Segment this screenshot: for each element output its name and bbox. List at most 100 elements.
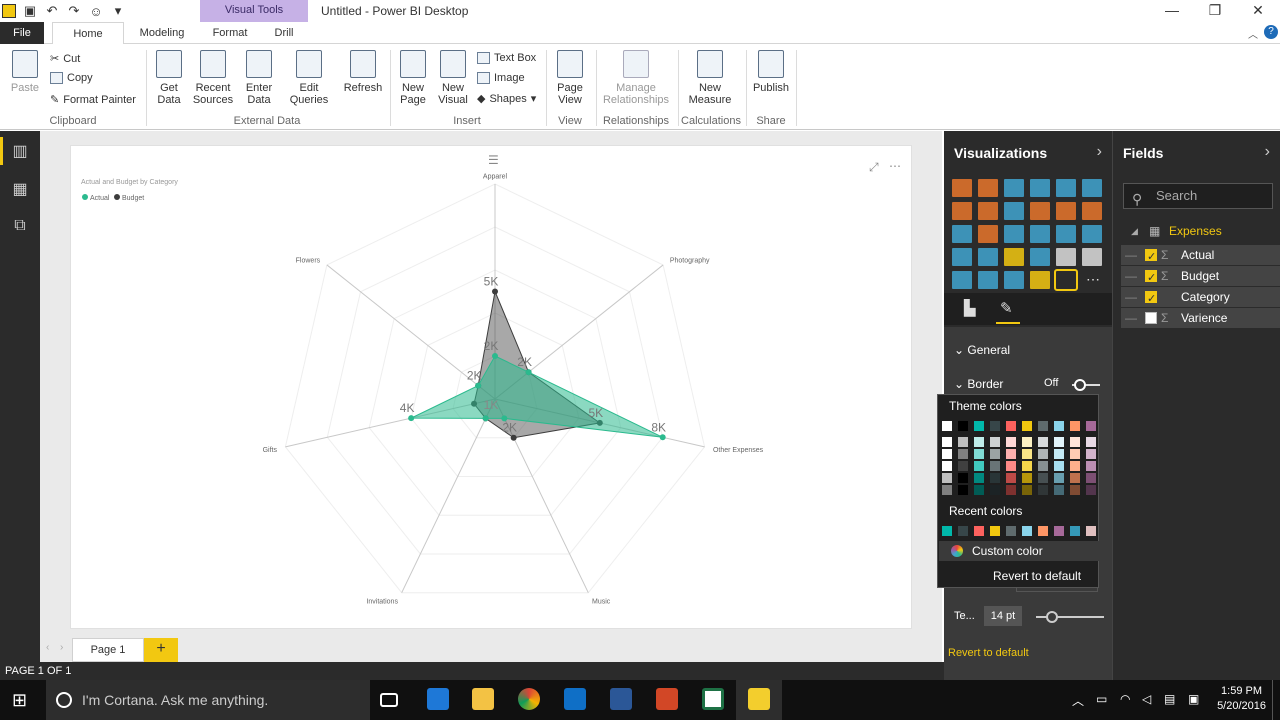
theme-shade-swatch[interactable]: [1022, 473, 1032, 483]
scroll-right-icon[interactable]: ›: [60, 642, 63, 653]
card-visual-icon[interactable]: [1056, 248, 1076, 266]
line-visual-icon[interactable]: [952, 202, 972, 220]
page-view-button[interactable]: Page View: [550, 44, 590, 106]
theme-shade-swatch[interactable]: [1054, 473, 1064, 483]
theme-shade-swatch[interactable]: [1070, 449, 1080, 459]
camtasia-icon[interactable]: [702, 688, 724, 710]
help-icon[interactable]: ?: [1264, 25, 1278, 39]
theme-shade-swatch[interactable]: [942, 437, 952, 447]
theme-shade-swatch[interactable]: [1070, 473, 1080, 483]
keyboard-icon[interactable]: ▤: [1164, 692, 1175, 706]
theme-shade-swatch[interactable]: [1038, 473, 1048, 483]
border-section[interactable]: ⌄ Border: [954, 377, 1003, 391]
recent-color-swatch[interactable]: [1070, 526, 1080, 536]
theme-shade-swatch[interactable]: [1086, 461, 1096, 471]
tab-modeling[interactable]: Modeling: [132, 22, 192, 44]
filled-map-visual-icon[interactable]: [952, 248, 972, 266]
theme-color-swatch[interactable]: [1006, 421, 1016, 431]
theme-color-swatch[interactable]: [942, 421, 952, 431]
theme-shade-swatch[interactable]: [1038, 437, 1048, 447]
theme-shade-swatch[interactable]: [990, 485, 1000, 495]
recent-color-swatch[interactable]: [974, 526, 984, 536]
minimize-button[interactable]: —: [1150, 0, 1194, 22]
cortana-search-box[interactable]: I'm Cortana. Ask me anything.: [46, 680, 370, 720]
theme-shade-swatch[interactable]: [958, 437, 968, 447]
drag-handle-icon[interactable]: ☰: [488, 153, 499, 167]
legend-actual[interactable]: Actual: [90, 195, 110, 202]
field-item[interactable]: — Σ Varience: [1121, 308, 1280, 328]
general-section[interactable]: ⌄ General: [954, 343, 1010, 357]
field-checkbox[interactable]: [1145, 289, 1157, 309]
theme-shade-swatch[interactable]: [1054, 437, 1064, 447]
page-tab[interactable]: Page 1: [72, 638, 144, 662]
field-checkbox[interactable]: [1145, 247, 1157, 267]
theme-shade-swatch[interactable]: [1054, 485, 1064, 495]
chrome-icon[interactable]: [518, 688, 540, 710]
line-column-visual-icon[interactable]: [1030, 202, 1050, 220]
new-measure-button[interactable]: New Measure: [684, 44, 736, 106]
outlook-icon[interactable]: [564, 688, 586, 710]
collapse-chevron-icon[interactable]: ›: [1097, 143, 1102, 161]
theme-shade-swatch[interactable]: [958, 449, 968, 459]
format-painter-button[interactable]: ✎ Format Painter: [50, 93, 136, 107]
theme-shade-swatch[interactable]: [1022, 449, 1032, 459]
custom-color-button[interactable]: Custom color: [939, 541, 1099, 561]
radar-chart-visual[interactable]: Actual and Budget by Category Actual Bud…: [70, 145, 912, 629]
enter-data-button[interactable]: Enter Data: [240, 44, 278, 106]
tray-chevron-icon[interactable]: ︿: [1072, 692, 1084, 709]
theme-shade-swatch[interactable]: [1006, 449, 1016, 459]
theme-shade-swatch[interactable]: [958, 485, 968, 495]
field-item[interactable]: — Σ Actual: [1121, 245, 1280, 267]
theme-shade-swatch[interactable]: [1070, 485, 1080, 495]
data-point-actual[interactable]: [492, 353, 498, 359]
theme-shade-swatch[interactable]: [1086, 449, 1096, 459]
slicer-visual-icon[interactable]: [952, 271, 972, 289]
theme-color-swatch[interactable]: [974, 421, 984, 431]
tab-format[interactable]: Format: [204, 22, 256, 44]
clustered-bar-visual-icon[interactable]: [1004, 179, 1024, 197]
clustered-column-visual-icon[interactable]: [1030, 179, 1050, 197]
restore-button[interactable]: ❐: [1193, 0, 1237, 22]
manage-relationships-button[interactable]: Manage Relationships: [600, 44, 672, 106]
data-point-actual[interactable]: [482, 415, 489, 422]
recent-sources-button[interactable]: Recent Sources: [190, 44, 236, 106]
theme-shade-swatch[interactable]: [1022, 485, 1032, 495]
theme-shade-swatch[interactable]: [1070, 437, 1080, 447]
theme-shade-swatch[interactable]: [942, 473, 952, 483]
legend-budget[interactable]: Budget: [122, 195, 144, 202]
theme-color-swatch[interactable]: [1054, 421, 1064, 431]
recent-color-swatch[interactable]: [1086, 526, 1096, 536]
theme-shade-swatch[interactable]: [974, 449, 984, 459]
file-explorer-icon[interactable]: [472, 688, 494, 710]
theme-shade-swatch[interactable]: [1054, 461, 1064, 471]
map-visual-icon[interactable]: [1082, 225, 1102, 243]
data-point-actual[interactable]: [659, 434, 666, 441]
theme-color-swatch[interactable]: [1070, 421, 1080, 431]
format-paint-roller-icon[interactable]: ✎: [1000, 299, 1013, 317]
theme-color-swatch[interactable]: [990, 421, 1000, 431]
r-visual-visual-icon[interactable]: [1030, 271, 1050, 289]
theme-shade-swatch[interactable]: [1006, 473, 1016, 483]
waterfall-visual-icon[interactable]: [952, 225, 972, 243]
data-point-actual[interactable]: [475, 382, 482, 389]
theme-shade-swatch[interactable]: [942, 461, 952, 471]
more-options-icon[interactable]: ⋯: [889, 159, 901, 173]
cut-button[interactable]: ✂ Cut: [50, 52, 80, 66]
recent-color-swatch[interactable]: [958, 526, 968, 536]
recent-color-swatch[interactable]: [1054, 526, 1064, 536]
matrix-visual-icon[interactable]: [1004, 271, 1024, 289]
stacked-area-visual-icon[interactable]: [1004, 202, 1024, 220]
battery-icon[interactable]: ▭: [1096, 692, 1107, 706]
text-size-input[interactable]: 14 pt: [984, 606, 1022, 626]
tab-file[interactable]: File: [0, 22, 44, 44]
data-point-actual[interactable]: [408, 415, 415, 422]
close-button[interactable]: ✕: [1236, 0, 1280, 22]
field-checkbox[interactable]: [1145, 312, 1157, 324]
theme-shade-swatch[interactable]: [1086, 485, 1096, 495]
undo-icon[interactable]: ↶: [44, 3, 60, 19]
table-expenses[interactable]: ◢ ▦ Expenses: [1121, 221, 1280, 241]
theme-shade-swatch[interactable]: [942, 449, 952, 459]
wifi-icon[interactable]: ◠: [1120, 692, 1130, 706]
scroll-left-icon[interactable]: ‹: [46, 642, 49, 653]
data-point-actual[interactable]: [525, 369, 532, 376]
